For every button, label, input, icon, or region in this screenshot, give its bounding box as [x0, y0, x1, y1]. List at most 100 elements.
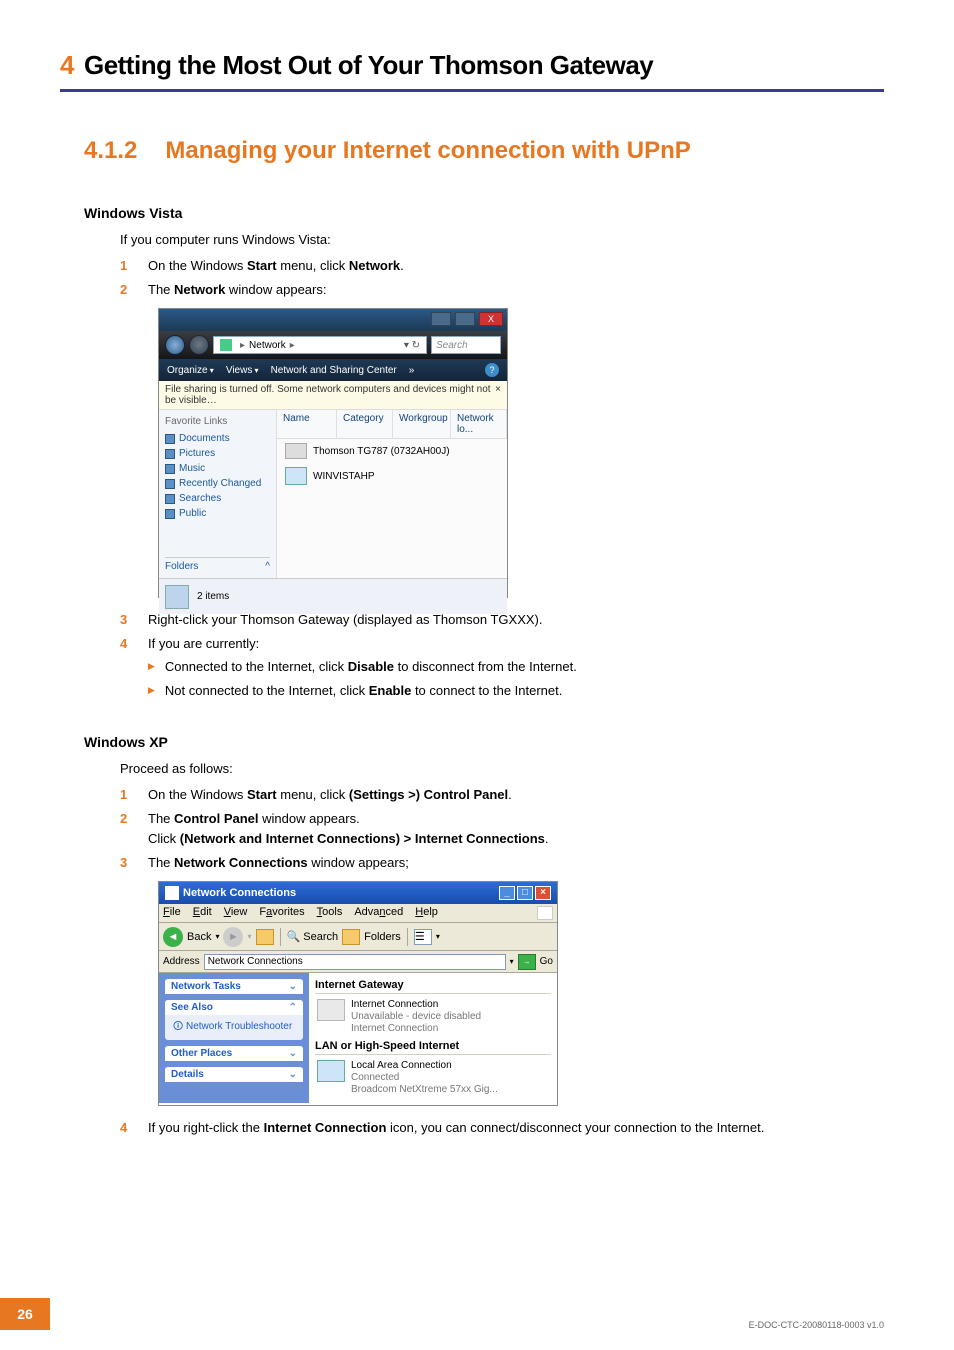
step-number: 4 — [120, 634, 130, 703]
col-category[interactable]: Category — [337, 410, 393, 438]
step-number: 3 — [120, 610, 130, 630]
maximize-button[interactable]: □ — [517, 886, 533, 900]
connection-internet[interactable]: Internet Connection Unavailable - device… — [315, 996, 551, 1038]
sidebar-link-music[interactable]: Music — [165, 461, 270, 476]
views-menu[interactable]: Views — [226, 365, 259, 376]
organize-menu[interactable]: Organize — [167, 365, 214, 376]
connection-name: Internet Connection — [351, 999, 481, 1011]
sidebar-link-pictures[interactable]: Pictures — [165, 446, 270, 461]
panel-network-tasks[interactable]: Network Tasks — [171, 981, 241, 992]
t: On the Windows — [148, 258, 247, 273]
up-button[interactable] — [256, 929, 274, 945]
t: window appears; — [308, 855, 409, 870]
panel-other-places[interactable]: Other Places — [171, 1048, 232, 1059]
step-number: 2 — [120, 280, 130, 300]
t: On the Windows — [148, 787, 247, 802]
close-button[interactable]: × — [535, 886, 551, 900]
menu-file[interactable]: File — [163, 906, 181, 920]
t: Music — [179, 463, 205, 474]
network-icon — [220, 339, 232, 351]
t: Click — [148, 831, 180, 846]
step-text: On the Windows Start menu, click (Settin… — [148, 785, 884, 805]
go-button[interactable]: → — [518, 954, 536, 970]
sidebar-link-searches[interactable]: Searches — [165, 491, 270, 506]
close-button[interactable]: X — [479, 312, 503, 326]
back-label: Back — [187, 931, 211, 943]
step-number: 3 — [120, 853, 130, 873]
menu-favorites[interactable]: Favorites — [259, 906, 304, 920]
sidebar-link-recent[interactable]: Recently Changed — [165, 476, 270, 491]
menu-tools[interactable]: Tools — [317, 906, 343, 920]
titlebar: X — [159, 309, 507, 331]
t: Network — [174, 282, 225, 297]
sharing-center-button[interactable]: Network and Sharing Center — [271, 365, 397, 376]
panel-details[interactable]: Details — [171, 1069, 204, 1080]
sidebar-link-documents[interactable]: Documents — [165, 431, 270, 446]
t: menu, click — [277, 258, 349, 273]
search-input[interactable]: Search — [431, 336, 501, 354]
banner-close[interactable]: × — [495, 384, 501, 406]
vista-network-window: X ▸ Network ▸ ▾ ↻ Search Organize — [158, 308, 508, 598]
t: Start — [247, 258, 277, 273]
more-button[interactable]: » — [409, 365, 415, 376]
bullet-icon: ▶ — [148, 681, 155, 701]
view-mode-button[interactable]: ☰ — [414, 929, 432, 945]
folders-label: Folders — [364, 931, 401, 943]
t: Network Connections — [174, 855, 308, 870]
t: Not connected to the Internet, click — [165, 683, 369, 698]
breadcrumb[interactable]: ▸ Network ▸ ▾ ↻ — [213, 336, 427, 354]
document-id: E-DOC-CTC-20080118-0003 v1.0 — [749, 1320, 884, 1330]
section-number: 4.1.2 — [84, 137, 137, 165]
chapter-number: 4 — [60, 50, 74, 81]
menu-edit[interactable]: Edit — [193, 906, 212, 920]
back-button[interactable] — [165, 335, 185, 355]
maximize-button[interactable] — [455, 312, 475, 326]
folders-button[interactable] — [342, 929, 360, 945]
search-button[interactable]: 🔍 Search — [287, 930, 339, 943]
chevron-up-icon[interactable]: ^ — [265, 561, 270, 572]
folders-toggle[interactable]: Folders — [165, 561, 198, 572]
network-item-gateway[interactable]: Thomson TG787 (0732AH00J) — [277, 439, 507, 463]
xp-network-connections-window: Network Connections _ □ × File Edit View… — [158, 881, 558, 1106]
music-icon — [165, 464, 175, 474]
network-item-pc[interactable]: WINVISTAHP — [277, 463, 507, 489]
bullet-icon: ▶ — [148, 657, 155, 677]
xp-intro: Proceed as follows: — [120, 760, 884, 779]
col-workgroup[interactable]: Workgroup — [393, 410, 451, 438]
t: Disable — [348, 659, 394, 674]
col-name[interactable]: Name — [277, 410, 337, 438]
t: menu, click — [277, 787, 349, 802]
forward-button[interactable]: ► — [223, 927, 243, 947]
address-input[interactable] — [204, 954, 506, 970]
menu-help[interactable]: Help — [415, 906, 438, 920]
t: . — [400, 258, 404, 273]
step-text: If you right-click the Internet Connecti… — [148, 1118, 884, 1138]
minimize-button[interactable]: _ — [499, 886, 515, 900]
menu-advanced[interactable]: Advanced — [354, 906, 403, 920]
sidebar-link-public[interactable]: Public — [165, 506, 270, 521]
t: Pictures — [179, 448, 215, 459]
collapse-icon[interactable]: ⌄ — [289, 1048, 297, 1059]
crumb-sep: ▸ — [240, 340, 245, 351]
forward-button[interactable] — [189, 335, 209, 355]
minimize-button[interactable] — [431, 312, 451, 326]
collapse-icon[interactable]: ⌄ — [289, 1069, 297, 1080]
connection-lan[interactable]: Local Area Connection Connected Broadcom… — [315, 1057, 551, 1099]
t: Network — [349, 258, 400, 273]
collapse-icon[interactable]: ⌃ — [289, 1002, 297, 1013]
back-button[interactable]: ◄ — [163, 927, 183, 947]
menu-view[interactable]: View — [224, 906, 248, 920]
help-icon[interactable]: ? — [485, 363, 499, 377]
crumb-sep: ▸ — [290, 340, 295, 351]
status-text: 2 items — [197, 591, 229, 602]
section-title: Managing your Internet connection with U… — [165, 137, 690, 165]
collapse-icon[interactable]: ⌄ — [289, 981, 297, 992]
info-banner[interactable]: File sharing is turned off. Some network… — [165, 384, 495, 406]
panel-see-also[interactable]: See Also — [171, 1002, 213, 1013]
step-text: If you are currently: ▶ Connected to the… — [148, 634, 884, 703]
xp-heading: Windows XP — [84, 734, 884, 750]
address-label: Address — [163, 956, 200, 967]
t: Thomson TG787 (0732AH00J) — [313, 446, 450, 457]
link-troubleshooter[interactable]: 🛈 Network Troubleshooter — [173, 1021, 292, 1032]
col-network[interactable]: Network lo... — [451, 410, 507, 438]
